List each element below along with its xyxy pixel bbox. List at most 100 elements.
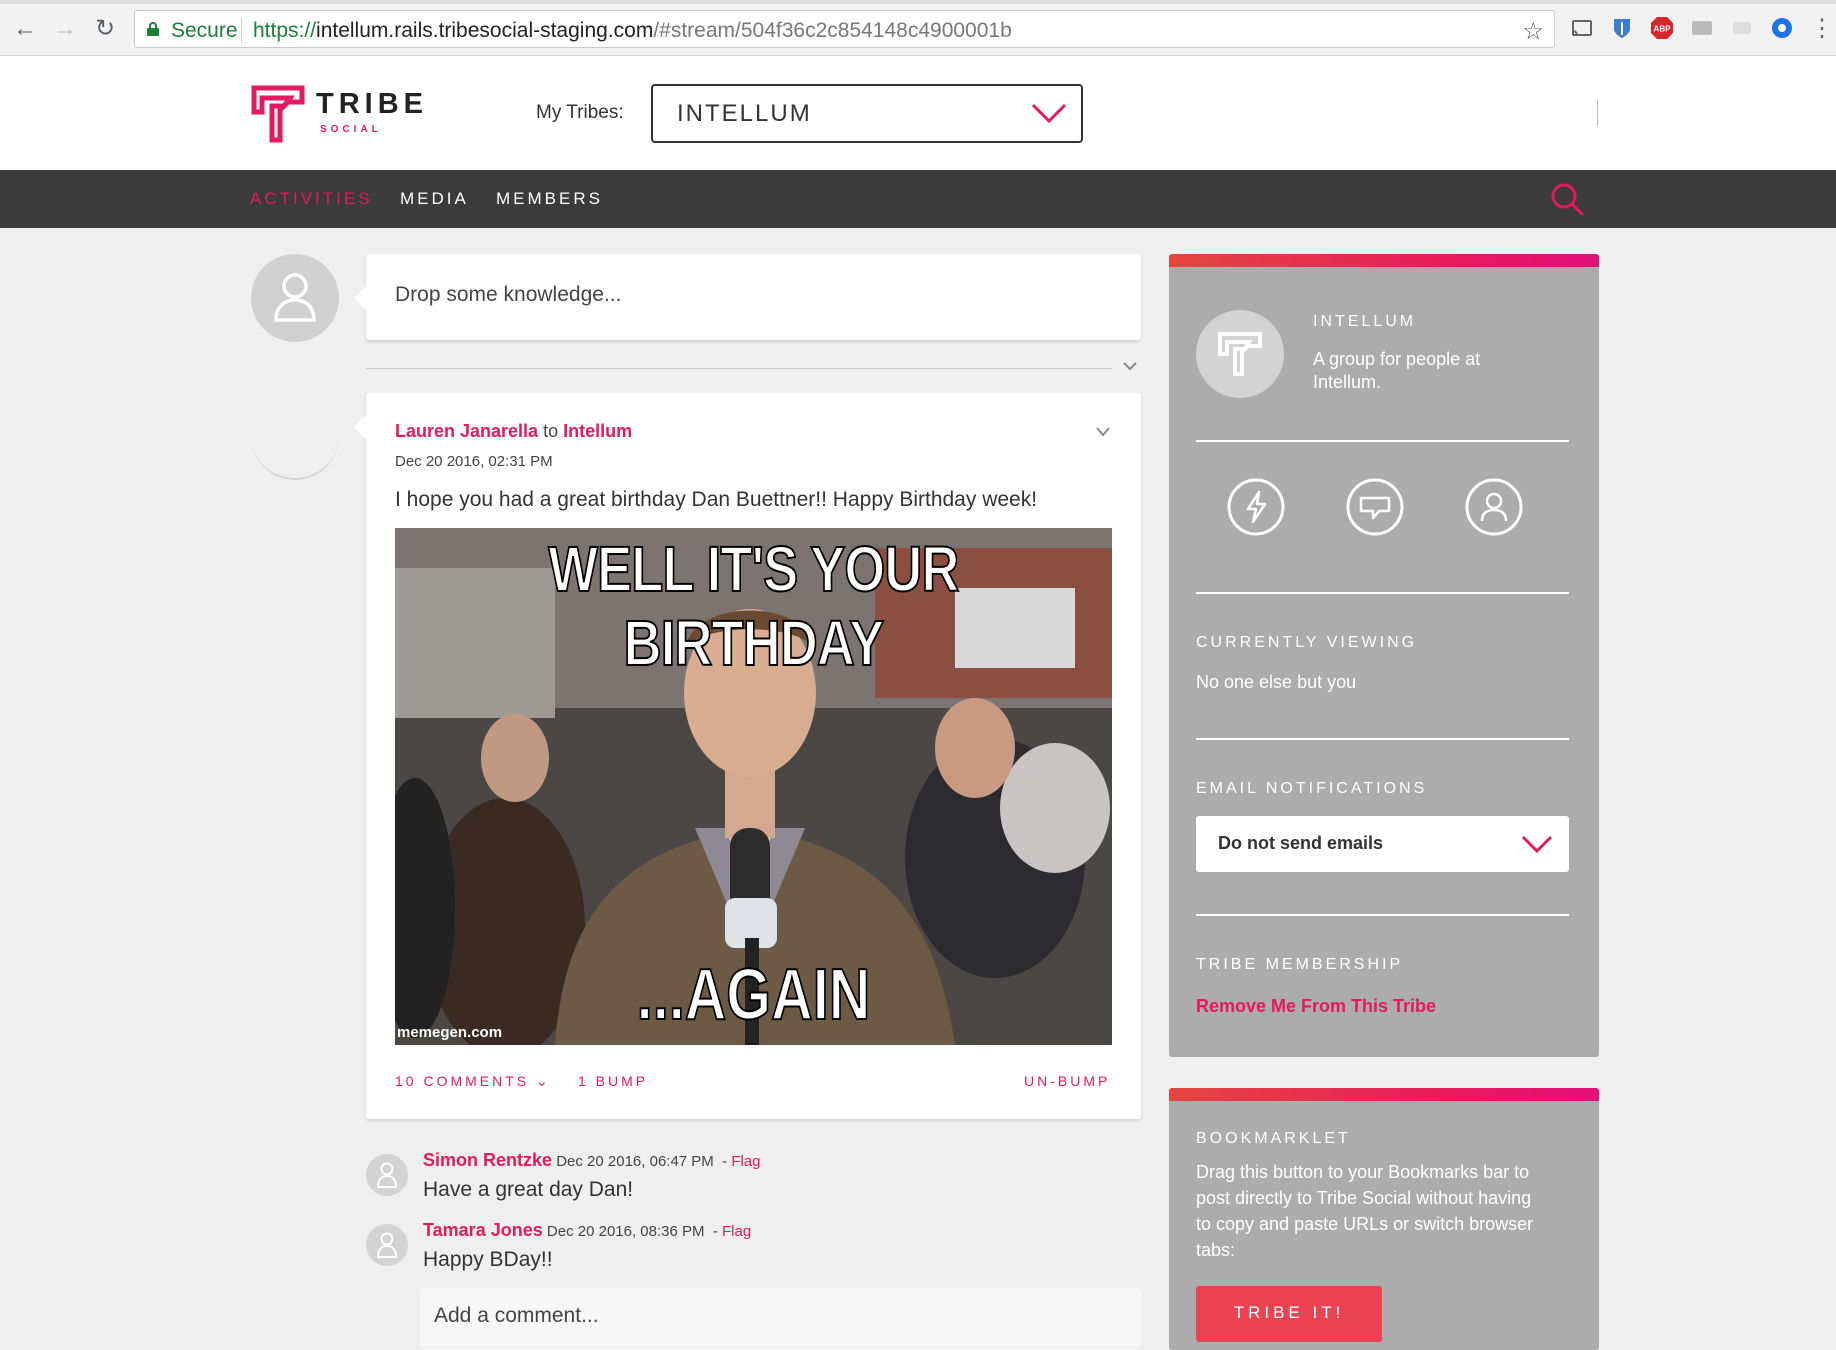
comment-author-link[interactable]: Simon Rentzke [423, 1150, 552, 1170]
current-user-avatar [251, 254, 339, 342]
tribe-description-line-1: A group for people at [1313, 349, 1481, 369]
comment-date: Dec 20 2016, 06:47 PM [556, 1153, 714, 1170]
user-silhouette-icon [377, 1232, 397, 1258]
comment-avatar [366, 1154, 408, 1196]
chat-icon[interactable] [1346, 478, 1404, 536]
bookmarklet-text-line-2: post directly to Tribe Social without ha… [1196, 1188, 1532, 1208]
tab-strip [0, 0, 1836, 4]
comments-count-label: 10 COMMENTS [395, 1073, 530, 1089]
comment-author-link[interactable]: Tamara Jones [423, 1220, 543, 1240]
tribe-it-label: TRIBE IT! [1233, 1303, 1345, 1322]
bookmarklet-text-line-4: tabs: [1196, 1240, 1236, 1260]
extension-icon[interactable] [1690, 16, 1714, 40]
address-separator [241, 18, 242, 42]
nav-media[interactable]: MEDIA [400, 189, 469, 209]
tribe-selector-value: INTELLUM [677, 100, 812, 127]
header-divider [1597, 100, 1598, 126]
add-comment-placeholder: Add a comment... [434, 1304, 599, 1327]
member-icon[interactable] [1465, 478, 1523, 536]
bookmarklet-text-line-3: to copy and paste URLs or switch browser [1196, 1214, 1534, 1234]
forward-icon[interactable]: → [52, 16, 78, 42]
address-bar[interactable]: Secure https://intellum.rails.tribesocia… [134, 10, 1555, 48]
main-nav: ACTIVITIES MEDIA MEMBERS [0, 170, 1836, 228]
search-icon[interactable] [1550, 182, 1586, 218]
bookmark-star-icon[interactable]: ☆ [1522, 17, 1544, 46]
post-target-link[interactable]: Intellum [563, 421, 632, 441]
meme-bottom-caption: ...AGAIN [636, 954, 871, 1036]
currently-viewing-text: No one else but you [1196, 672, 1357, 692]
meme-top-caption: WELL IT'S YOUR BIRTHDAY [548, 532, 961, 680]
flag-link[interactable]: Flag [731, 1153, 760, 1170]
password-manager-icon[interactable] [1610, 16, 1634, 40]
post-menu-chevron-icon[interactable] [1094, 425, 1112, 439]
tribe-description-line-2: Intellum. [1313, 372, 1382, 392]
bookmarklet-text-line-1: Drag this button to your Bookmarks bar t… [1196, 1162, 1530, 1182]
panel-divider [1196, 592, 1569, 594]
email-notifications-select[interactable]: Do not send emails [1196, 816, 1569, 872]
email-notifications-header: EMAIL NOTIFICATIONS [1196, 780, 1428, 797]
panel-divider [1196, 914, 1569, 916]
extension-icon-2[interactable] [1730, 16, 1754, 40]
bookmarklet-panel: BOOKMARKLET Drag this button to your Boo… [1169, 1088, 1599, 1350]
feed-filter-chevron-icon[interactable] [1122, 358, 1138, 374]
svg-text:ABP: ABP [1654, 25, 1672, 34]
post-date: Dec 20 2016, 02:31 PM [395, 453, 553, 470]
bookmarklet-header: BOOKMARKLET [1196, 1130, 1351, 1147]
post-image[interactable]: WELL IT'S YOUR BIRTHDAY ...AGAIN memegen… [395, 528, 1112, 1045]
back-icon[interactable]: ← [12, 16, 38, 42]
bump-count-link[interactable]: 1 BUMP [578, 1073, 648, 1089]
adblock-icon[interactable]: ABP [1650, 16, 1674, 40]
post-text: I hope you had a great birthday Dan Buet… [395, 488, 1038, 511]
site-header: TRIBE SOCIAL My Tribes: INTELLUM [0, 56, 1836, 170]
tribe-selector[interactable]: INTELLUM [651, 84, 1083, 143]
tribe-info-panel: INTELLUM A group for people at Intellum.… [1169, 254, 1599, 1057]
panel-accent-bar [1169, 254, 1599, 267]
url-host: intellum.rails.tribesocial-staging.com [316, 19, 654, 42]
my-tribes-label: My Tribes: [536, 102, 624, 123]
url-scheme: https:// [253, 19, 317, 42]
comment-header: Simon Rentzke Dec 20 2016, 06:47 PM - Fl… [423, 1150, 761, 1170]
comment-text: Have a great day Dan! [423, 1178, 634, 1201]
url-text: https://intellum.rails.tribesocial-stagi… [253, 19, 1012, 43]
cast-icon[interactable] [1570, 16, 1594, 40]
lock-icon [147, 22, 159, 36]
post-author-link[interactable]: Lauren Janarella [395, 421, 538, 441]
tribe-name: INTELLUM [1313, 313, 1417, 330]
tribe-it-button[interactable]: TRIBE IT! [1196, 1286, 1382, 1342]
panel-divider [1196, 440, 1569, 442]
browser-toolbar: ← → ↻ Secure https://intellum.rails.trib… [0, 0, 1836, 56]
tribe-social-logo[interactable]: TRIBE SOCIAL [250, 84, 430, 144]
email-notifications-value: Do not send emails [1218, 833, 1384, 853]
chevron-down-icon [1031, 103, 1067, 124]
chevron-down-icon [1521, 835, 1553, 854]
nav-members[interactable]: MEMBERS [496, 189, 603, 209]
tribe-logo-mark-icon [251, 85, 305, 143]
flag-link[interactable]: Flag [722, 1223, 751, 1240]
post-byline: Lauren Janarella to Intellum [395, 421, 632, 442]
logo-subword: SOCIAL [320, 124, 382, 135]
comment-date: Dec 20 2016, 08:36 PM [546, 1223, 705, 1240]
remove-from-tribe-link[interactable]: Remove Me From This Tribe [1196, 996, 1436, 1017]
activity-post: Lauren Janarella to Intellum Dec 20 2016… [354, 393, 1141, 1119]
unbump-button[interactable]: UN-BUMP [1024, 1073, 1110, 1089]
comment-header: Tamara Jones Dec 20 2016, 08:36 PM - Fla… [423, 1220, 752, 1240]
secure-label: Secure [171, 19, 238, 42]
post-to-word: to [543, 421, 559, 441]
add-comment-input[interactable]: Add a comment... [420, 1288, 1141, 1346]
browser-menu-icon[interactable]: ⋮ [1810, 16, 1834, 42]
composer-placeholder: Drop some knowledge... [395, 283, 622, 306]
reload-icon[interactable]: ↻ [92, 16, 118, 42]
panel-divider [1196, 738, 1569, 740]
extension-icon-3[interactable] [1770, 16, 1794, 40]
comments-toggle[interactable]: 10 COMMENTS ⌄ [395, 1073, 551, 1090]
comment-text: Happy BDay!! [423, 1248, 553, 1271]
nav-activities[interactable]: ACTIVITIES [250, 189, 373, 209]
activity-icon[interactable] [1227, 478, 1285, 536]
tribe-avatar [1196, 310, 1284, 398]
user-silhouette-icon [377, 1162, 397, 1188]
currently-viewing-header: CURRENTLY VIEWING [1196, 634, 1418, 651]
url-path: /#stream/504f36c2c854148c4900001b [653, 19, 1012, 42]
meme-watermark: memegen.com [397, 1024, 503, 1041]
logo-word: TRIBE [316, 88, 428, 120]
post-composer[interactable]: Drop some knowledge... [354, 254, 1141, 340]
